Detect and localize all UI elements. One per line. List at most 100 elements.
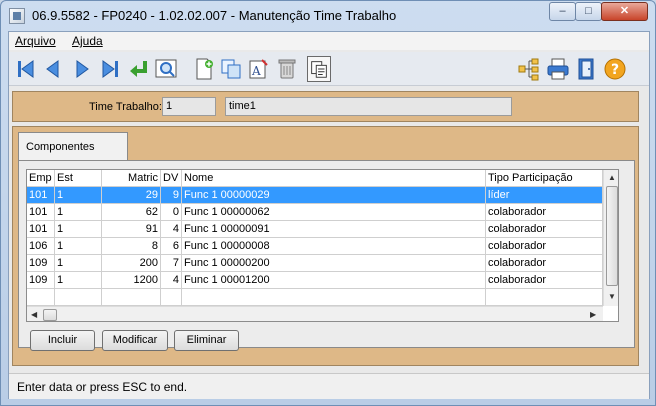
column-header-nome[interactable]: Nome <box>182 170 486 187</box>
scroll-right-icon[interactable]: ▶ <box>590 310 596 319</box>
status-message: Enter data or press ESC to end. <box>17 380 188 394</box>
cell-nome: Func 1 00001200 <box>182 272 486 289</box>
cell-matric: 8 <box>102 238 161 255</box>
details-panel: Componentes Emp Est Matric DV Nome Tipo … <box>12 126 639 366</box>
maximize-button[interactable]: □ <box>575 2 602 21</box>
toolbar: A ? <box>9 52 649 86</box>
grid-header: Emp Est Matric DV Nome Tipo Participação <box>27 170 618 187</box>
horizontal-scroll-thumb[interactable] <box>43 309 57 321</box>
scroll-down-icon[interactable]: ▼ <box>608 292 616 301</box>
first-record-icon[interactable] <box>14 56 38 82</box>
table-row[interactable]: 109 1 200 7 Func 1 00000200 colaborador <box>27 255 618 272</box>
client-area: Arquivo Ajuda A ? Time Trabalho: 1 time1… <box>8 31 650 399</box>
svg-text:?: ? <box>611 62 619 78</box>
cell-nome: Func 1 00000008 <box>182 238 486 255</box>
previous-record-icon[interactable] <box>41 56 65 82</box>
title-bar: 06.9.5582 - FP0240 - 1.02.02.007 - Manut… <box>1 1 655 31</box>
column-header-est[interactable]: Est <box>55 170 102 187</box>
status-bar: Enter data or press ESC to end. <box>9 373 649 399</box>
application-window: 06.9.5582 - FP0240 - 1.02.02.007 - Manut… <box>0 0 656 406</box>
cell-matric: 29 <box>102 187 161 204</box>
cell-tipo-participacao: colaborador <box>486 255 603 272</box>
cell-dv: 0 <box>161 204 182 221</box>
menu-ajuda[interactable]: Ajuda <box>72 34 103 48</box>
window-title: 06.9.5582 - FP0240 - 1.02.02.007 - Manut… <box>32 8 397 23</box>
cell-nome: Func 1 00000200 <box>182 255 486 272</box>
table-row[interactable]: 101 1 29 9 Func 1 00000029 líder <box>27 187 618 204</box>
delete-icon[interactable] <box>275 56 299 82</box>
cell-est: 1 <box>55 221 102 238</box>
column-header-matric[interactable]: Matric <box>102 170 161 187</box>
new-icon[interactable] <box>192 56 216 82</box>
cell-tipo-participacao: colaborador <box>486 272 603 289</box>
cell-nome: Func 1 00000091 <box>182 221 486 238</box>
delete-button[interactable]: Eliminar <box>174 330 239 351</box>
cell-tipo-participacao: líder <box>486 187 603 204</box>
tab-componentes[interactable]: Componentes <box>18 132 128 161</box>
cell-matric: 1200 <box>102 272 161 289</box>
cell-emp: 109 <box>27 272 55 289</box>
horizontal-scrollbar[interactable]: ◀ ▶ <box>27 306 603 321</box>
cell-dv: 7 <box>161 255 182 272</box>
next-record-icon[interactable] <box>70 56 94 82</box>
cell-dv: 4 <box>161 221 182 238</box>
cell-matric: 62 <box>102 204 161 221</box>
cell-emp: 101 <box>27 187 55 204</box>
cell-emp: 101 <box>27 204 55 221</box>
cell-emp: 101 <box>27 221 55 238</box>
column-header-emp[interactable]: Emp <box>27 170 55 187</box>
cell-dv: 9 <box>161 187 182 204</box>
print-icon[interactable] <box>546 56 570 82</box>
cell-nome: Func 1 00000029 <box>182 187 486 204</box>
table-row[interactable]: 109 1 1200 4 Func 1 00001200 colaborador <box>27 272 618 289</box>
team-description-field[interactable]: time1 <box>225 97 512 116</box>
cell-matric: 91 <box>102 221 161 238</box>
app-icon <box>9 8 25 24</box>
exit-icon[interactable] <box>574 56 598 82</box>
tree-icon[interactable] <box>517 56 541 82</box>
cell-est: 1 <box>55 255 102 272</box>
components-grid[interactable]: Emp Est Matric DV Nome Tipo Participação… <box>26 169 619 322</box>
team-code-field[interactable]: 1 <box>162 97 216 116</box>
cell-matric: 200 <box>102 255 161 272</box>
team-label: Time Trabalho: <box>89 101 162 113</box>
cell-tipo-participacao: colaborador <box>486 221 603 238</box>
edit-icon[interactable]: A <box>247 56 271 82</box>
last-record-icon[interactable] <box>98 56 122 82</box>
cell-tipo-participacao: colaborador <box>486 238 603 255</box>
cell-emp: 109 <box>27 255 55 272</box>
cell-est: 1 <box>55 204 102 221</box>
cell-tipo-participacao: colaborador <box>486 204 603 221</box>
cell-nome: Func 1 00000062 <box>182 204 486 221</box>
column-header-dv[interactable]: DV <box>161 170 182 187</box>
cell-est: 1 <box>55 238 102 255</box>
copy-icon[interactable] <box>219 56 243 82</box>
add-button[interactable]: Incluir <box>30 330 95 351</box>
team-header-panel: Time Trabalho: 1 time1 <box>12 91 639 122</box>
table-row[interactable]: 101 1 62 0 Func 1 00000062 colaborador <box>27 204 618 221</box>
cell-est: 1 <box>55 272 102 289</box>
search-icon[interactable] <box>154 56 178 82</box>
scroll-left-icon[interactable]: ◀ <box>31 310 37 319</box>
tab-content: Emp Est Matric DV Nome Tipo Participação… <box>18 160 635 351</box>
vertical-scroll-thumb[interactable] <box>606 186 618 286</box>
column-header-tipo-participacao[interactable]: Tipo Participação <box>486 170 603 187</box>
paste-icon[interactable] <box>307 56 331 82</box>
help-icon[interactable]: ? <box>603 56 627 82</box>
empty-table-row <box>27 289 618 306</box>
vertical-scrollbar[interactable]: ▲ ▼ <box>603 170 618 306</box>
menu-bar: Arquivo Ajuda <box>9 32 649 50</box>
minimize-button[interactable]: – <box>549 2 576 21</box>
scroll-up-icon[interactable]: ▲ <box>608 173 616 182</box>
modify-button[interactable]: Modificar <box>102 330 168 351</box>
goto-icon[interactable] <box>127 56 151 82</box>
table-row[interactable]: 106 1 8 6 Func 1 00000008 colaborador <box>27 238 618 255</box>
table-row[interactable]: 101 1 91 4 Func 1 00000091 colaborador <box>27 221 618 238</box>
cell-emp: 106 <box>27 238 55 255</box>
cell-dv: 4 <box>161 272 182 289</box>
cell-est: 1 <box>55 187 102 204</box>
menu-arquivo[interactable]: Arquivo <box>15 34 56 48</box>
cell-dv: 6 <box>161 238 182 255</box>
svg-text:A: A <box>251 64 261 78</box>
close-button[interactable]: ✕ <box>601 2 648 21</box>
